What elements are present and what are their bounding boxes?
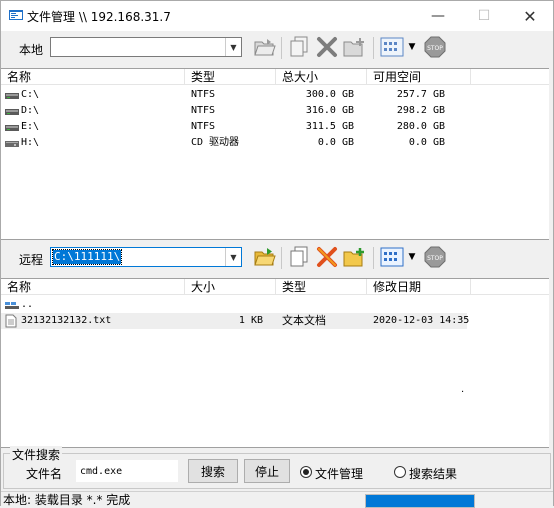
progress-fill	[366, 495, 474, 507]
table-row[interactable]: C:\ NTFS 300.0 GB 257.7 GB	[1, 87, 549, 103]
remote-path-value: C:\111111\	[51, 249, 123, 265]
delete-icon[interactable]	[315, 35, 339, 59]
table-row[interactable]: E:\ NTFS 311.5 GB 280.0 GB	[1, 119, 549, 135]
drive-free-space: 257.7 GB	[396, 89, 445, 100]
close-button[interactable]: ✕	[507, 1, 553, 31]
minimize-button[interactable]: —	[415, 1, 461, 31]
file-modified: 2020-12-03 14:35	[373, 315, 470, 326]
drive-total-size: 316.0 GB	[305, 105, 354, 116]
toolbar-separator	[373, 37, 374, 59]
svg-text:STOP: STOP	[427, 255, 443, 262]
toolbar-separator	[281, 37, 282, 59]
new-folder-icon[interactable]	[343, 35, 367, 59]
window-title: 文件管理 \\ 192.168.31.7	[27, 10, 171, 24]
filename-input[interactable]	[76, 460, 178, 482]
file-type: 文本文档	[282, 314, 326, 327]
app-folder-icon	[9, 10, 23, 20]
remote-list-header: 名称 大小 类型 修改日期	[1, 279, 549, 295]
status-text: 本地: 装载目录 *.* 完成	[3, 493, 131, 507]
drive-name: H:\	[21, 137, 40, 148]
view-dropdown-chevron-icon[interactable]: ▼	[405, 245, 419, 269]
local-drive-list: 名称 类型 总大小 可用空间 C:\ NTFS 300.0 GB 257.7 GB D:…	[1, 68, 549, 240]
open-folder-icon[interactable]	[253, 35, 277, 59]
drive-free-space: 298.2 GB	[396, 105, 445, 116]
remote-label: 远程	[19, 253, 44, 267]
table-row[interactable]: H:\ CD 驱动器 0.0 GB 0.0 GB	[1, 135, 549, 151]
file-size: 1 KB	[238, 315, 263, 326]
view-mode-icon[interactable]	[379, 35, 405, 59]
column-header-type[interactable]: 类型	[185, 69, 276, 85]
toolbar-separator	[281, 247, 282, 269]
stop-icon[interactable]: STOP	[423, 35, 447, 59]
copy-icon[interactable]	[287, 35, 311, 59]
drive-total-size: 0.0 GB	[317, 137, 354, 148]
local-toolbar: 本地 ▼ ▼ STOP	[1, 33, 553, 63]
column-header-total[interactable]: 总大小	[276, 69, 367, 85]
stray-dot: ·	[461, 387, 465, 398]
drive-total-size: 300.0 GB	[305, 89, 354, 100]
chevron-down-icon[interactable]: ▼	[225, 38, 241, 56]
status-bar: 本地: 装载目录 *.* 完成	[1, 491, 553, 508]
column-header-free[interactable]: 可用空间	[367, 69, 471, 85]
file-name: ..	[21, 299, 34, 310]
drive-type: NTFS	[191, 121, 216, 132]
search-button[interactable]: 搜索	[188, 459, 238, 483]
copy-icon[interactable]	[287, 245, 311, 269]
radio-file-manage-label[interactable]: 文件管理	[315, 465, 363, 482]
stop-search-button[interactable]: 停止	[244, 459, 290, 483]
file-size	[185, 297, 263, 313]
local-path-combobox[interactable]: ▼	[50, 37, 242, 57]
file-search-group: 文件搜索 文件名 搜索 停止 文件管理 搜索结果	[3, 446, 551, 489]
remote-toolbar: 远程 C:\111111\ ▼ ▼ STOP	[1, 243, 553, 273]
cd-drive-icon	[5, 138, 19, 154]
drive-type: NTFS	[191, 105, 216, 116]
file-manager-window: 文件管理 \\ 192.168.31.7 — ☐ ✕ 本地 ▼ ▼ STOP 名…	[0, 0, 554, 508]
view-mode-icon[interactable]	[379, 245, 405, 269]
remote-path-combobox[interactable]: C:\111111\ ▼	[50, 247, 242, 267]
table-row[interactable]: ..	[1, 297, 549, 313]
column-header-type[interactable]: 类型	[276, 279, 367, 295]
chevron-down-icon[interactable]: ▼	[225, 248, 241, 266]
new-folder-icon[interactable]	[343, 245, 367, 269]
drive-total-size: 311.5 GB	[305, 121, 354, 132]
drive-name: C:\	[21, 89, 40, 100]
drive-type: NTFS	[191, 89, 216, 100]
svg-text:STOP: STOP	[427, 45, 443, 52]
table-row[interactable]: D:\ NTFS 316.0 GB 298.2 GB	[1, 103, 549, 119]
stop-icon[interactable]: STOP	[423, 245, 447, 269]
table-row[interactable]: 32132132132.txt 1 KB 文本文档 2020-12-03 14:35	[1, 313, 470, 330]
column-header-modified[interactable]: 修改日期	[367, 279, 471, 295]
text-file-icon	[5, 314, 17, 330]
filename-label: 文件名	[26, 467, 63, 481]
remote-file-list: 名称 大小 类型 修改日期 .. 32132132132.txt 1 KB 文本文档 2…	[1, 278, 549, 448]
toolbar-separator	[373, 247, 374, 269]
column-header-size[interactable]: 大小	[185, 279, 276, 295]
title-bar: 文件管理 \\ 192.168.31.7 — ☐ ✕	[1, 1, 553, 31]
delete-icon[interactable]	[315, 245, 339, 269]
drive-name: D:\	[21, 105, 40, 116]
local-label: 本地	[19, 43, 44, 57]
drive-type: CD 驱动器	[191, 137, 240, 148]
column-header-name[interactable]: 名称	[1, 279, 185, 295]
maximize-button[interactable]: ☐	[461, 1, 507, 31]
local-list-header: 名称 类型 总大小 可用空间	[1, 69, 549, 85]
file-name: 32132132132.txt	[21, 315, 112, 326]
file-search-group-title: 文件搜索	[10, 446, 63, 463]
radio-search-results-label[interactable]: 搜索结果	[409, 465, 457, 482]
open-folder-icon[interactable]	[253, 245, 277, 269]
drive-free-space: 0.0 GB	[408, 137, 445, 148]
radio-search-results[interactable]	[394, 466, 406, 478]
drive-name: E:\	[21, 121, 40, 132]
column-header-name[interactable]: 名称	[1, 69, 185, 85]
view-dropdown-chevron-icon[interactable]: ▼	[405, 35, 419, 59]
radio-file-manage[interactable]	[300, 466, 312, 478]
drive-free-space: 280.0 GB	[396, 121, 445, 132]
